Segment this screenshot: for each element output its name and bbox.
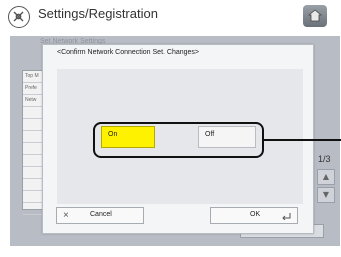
- down-arrow-icon: ▼: [322, 190, 330, 199]
- home-icon: [308, 9, 322, 22]
- off-button-label: Off: [205, 131, 215, 138]
- cancel-button-label: Cancel: [90, 211, 112, 218]
- enter-arrow-icon: [282, 213, 291, 220]
- close-icon: ×: [63, 210, 69, 221]
- header-bar: Settings/Registration: [0, 0, 341, 40]
- dialog-title: <Confirm Network Connection Set. Changes…: [57, 49, 200, 56]
- off-button[interactable]: Off: [198, 126, 256, 148]
- scroll-up-button[interactable]: ▲: [317, 169, 335, 185]
- ok-button[interactable]: OK: [210, 207, 298, 224]
- up-arrow-icon: ▲: [322, 172, 330, 181]
- ok-button-label: OK: [250, 211, 261, 218]
- screen: Settings/Registration Set Network Settin…: [0, 0, 341, 257]
- callout-line: [264, 139, 341, 141]
- cancel-button[interactable]: × Cancel: [56, 207, 144, 224]
- app-title: Settings/Registration: [38, 6, 158, 21]
- home-button[interactable]: [303, 5, 327, 27]
- scroll-down-button[interactable]: ▼: [317, 187, 335, 203]
- settings-gear-icon: [8, 6, 30, 28]
- page-indicator: 1/3: [318, 154, 331, 164]
- on-button-label: On: [108, 131, 118, 138]
- on-button[interactable]: On: [101, 126, 155, 148]
